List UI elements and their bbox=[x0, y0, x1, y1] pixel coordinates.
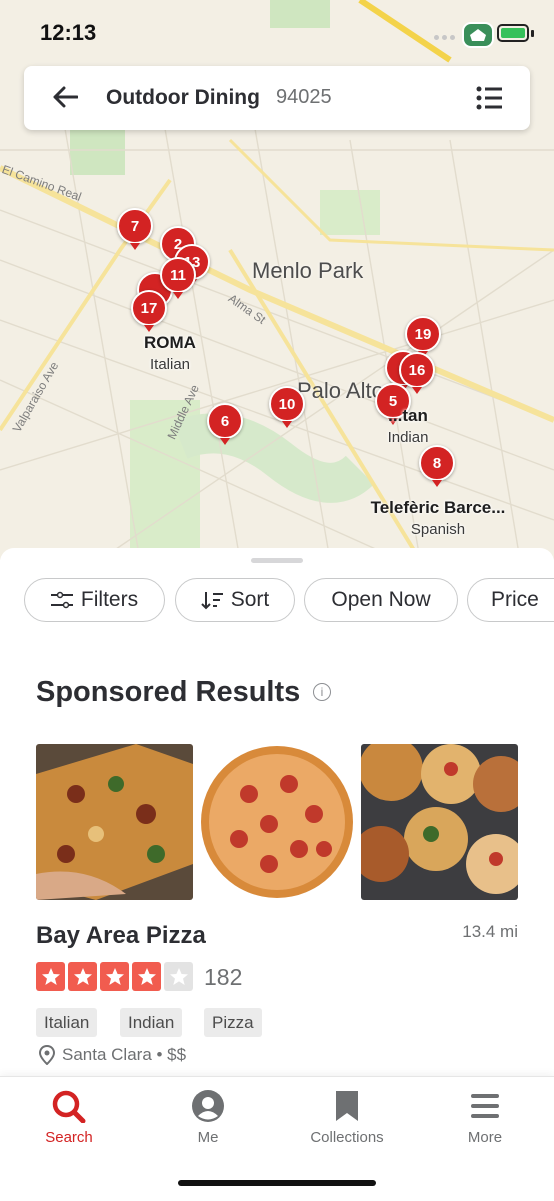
home-indicator[interactable] bbox=[178, 1180, 376, 1186]
town-label: Palo Alto bbox=[297, 378, 384, 403]
place-name: ROMA bbox=[144, 333, 196, 352]
back-arrow-icon[interactable] bbox=[52, 86, 78, 108]
results-sheet: Filters Sort Open Now Price Sponsored Re… bbox=[0, 548, 554, 1078]
sheet-drag-handle[interactable] bbox=[251, 558, 303, 563]
category-tag[interactable]: Italian bbox=[36, 1008, 98, 1037]
map-view[interactable]: El Camino Real Alma St Valparaiso Ave Mi… bbox=[0, 0, 554, 560]
map-place-label[interactable]: ...tan Indian bbox=[368, 405, 448, 449]
star-icon bbox=[132, 962, 161, 991]
star-icon bbox=[100, 962, 129, 991]
location-text: Santa Clara • $$ bbox=[62, 1045, 187, 1064]
tab-more[interactable]: More bbox=[425, 1089, 545, 1146]
price-filter[interactable]: Price bbox=[467, 578, 554, 622]
battery-icon bbox=[497, 24, 529, 42]
sort-icon bbox=[201, 592, 223, 610]
location-pin-icon bbox=[38, 1045, 56, 1065]
signal-icon bbox=[450, 35, 455, 40]
section-heading: Sponsored Results bbox=[36, 676, 301, 708]
signal-icon bbox=[434, 35, 439, 40]
price-label: Price bbox=[491, 588, 539, 611]
pizza-slices-image bbox=[36, 744, 193, 900]
business-location: Santa Clara • $$ bbox=[38, 1045, 186, 1065]
sort-button[interactable]: Sort bbox=[175, 578, 295, 622]
info-icon[interactable]: i bbox=[313, 683, 331, 701]
map-place-label[interactable]: ROMA Italian bbox=[110, 332, 230, 376]
tab-me[interactable]: Me bbox=[148, 1089, 268, 1146]
place-cuisine: Spanish bbox=[410, 521, 466, 538]
star-rating bbox=[36, 962, 196, 991]
signal-icon bbox=[442, 35, 447, 40]
search-header: Outdoor Dining 94025 bbox=[24, 66, 530, 130]
business-photo[interactable] bbox=[36, 744, 193, 900]
place-cuisine: Indian bbox=[387, 429, 429, 446]
list-view-icon[interactable] bbox=[476, 86, 502, 110]
pepperoni-pizza-image bbox=[199, 744, 356, 900]
app-badge-icon bbox=[462, 22, 494, 48]
filters-label: Filters bbox=[80, 588, 139, 611]
filters-button[interactable]: Filters bbox=[24, 578, 165, 622]
map-pin[interactable]: 16 bbox=[399, 352, 435, 394]
map-pin[interactable]: 19 bbox=[405, 316, 441, 358]
star-empty-icon bbox=[164, 962, 193, 991]
profile-icon bbox=[192, 1090, 224, 1122]
search-icon bbox=[52, 1090, 86, 1123]
sort-label: Sort bbox=[230, 588, 270, 611]
bookmark-icon bbox=[336, 1091, 358, 1121]
open-now-filter[interactable]: Open Now bbox=[304, 578, 458, 622]
tab-search[interactable]: Search bbox=[9, 1089, 129, 1146]
star-icon bbox=[36, 962, 65, 991]
tab-collections[interactable]: Collections bbox=[287, 1089, 407, 1146]
map-pin[interactable]: 10 bbox=[269, 386, 305, 428]
map-pin[interactable]: 8 bbox=[419, 445, 455, 487]
business-photo[interactable] bbox=[199, 744, 356, 900]
open-now-label: Open Now bbox=[331, 588, 431, 611]
pizza-spread-image bbox=[361, 744, 518, 900]
place-cuisine: Italian bbox=[149, 356, 191, 373]
category-tag[interactable]: Pizza bbox=[204, 1008, 262, 1037]
star-icon bbox=[68, 962, 97, 991]
category-tag[interactable]: Indian bbox=[120, 1008, 183, 1037]
search-location: 94025 bbox=[276, 86, 332, 108]
business-distance: 13.4 mi bbox=[462, 922, 518, 941]
map-pin[interactable]: 6 bbox=[207, 403, 243, 445]
business-photo[interactable] bbox=[361, 744, 518, 900]
map-place-label[interactable]: Telefèric Barce... Spanish bbox=[358, 497, 518, 541]
place-name: Telefèric Barce... bbox=[370, 498, 506, 517]
tab-collections-label: Collections bbox=[310, 1129, 384, 1146]
map-pin[interactable]: 11 bbox=[160, 257, 196, 299]
tab-more-label: More bbox=[467, 1129, 503, 1146]
search-title: Outdoor Dining bbox=[106, 86, 260, 109]
business-name[interactable]: Bay Area Pizza bbox=[36, 922, 206, 950]
town-label: Menlo Park bbox=[252, 258, 364, 283]
map-pin[interactable]: 17 bbox=[131, 290, 167, 332]
filters-icon bbox=[50, 591, 73, 609]
tab-search-label: Search bbox=[45, 1129, 93, 1146]
tab-me-label: Me bbox=[197, 1129, 219, 1146]
map-pin[interactable]: 7 bbox=[117, 208, 153, 250]
menu-icon bbox=[471, 1094, 499, 1118]
review-count: 182 bbox=[204, 964, 243, 990]
place-name: ...tan bbox=[388, 406, 428, 425]
status-time: 12:13 bbox=[40, 20, 97, 45]
